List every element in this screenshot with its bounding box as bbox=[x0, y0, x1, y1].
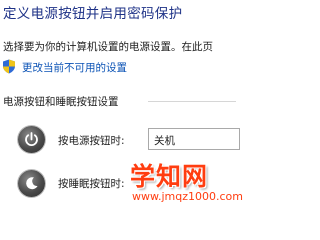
power-icon bbox=[18, 126, 45, 153]
page-title: 定义电源按钮并启用密码保护 bbox=[3, 6, 183, 22]
power-button-action-select[interactable]: 关机 bbox=[148, 128, 240, 150]
change-unavailable-settings-link[interactable]: 更改当前不可用的设置 bbox=[22, 60, 127, 75]
shield-icon bbox=[3, 59, 15, 74]
power-button-label: 按电源按钮时: bbox=[58, 135, 125, 147]
section-divider bbox=[148, 101, 236, 102]
intro-text: 选择要为你的计算机设置的电源设置。在此页 bbox=[3, 41, 213, 53]
watermark-url: www.jmqz1000.com bbox=[132, 190, 243, 203]
sleep-icon bbox=[18, 170, 45, 197]
watermark: 学知网 www.jmqz1000.com bbox=[130, 157, 243, 207]
section-header: 电源按钮和睡眠按钮设置 bbox=[3, 96, 119, 108]
watermark-logo: 学知网 bbox=[130, 162, 209, 191]
sleep-button-label: 按睡眠按钮时: bbox=[58, 178, 125, 190]
